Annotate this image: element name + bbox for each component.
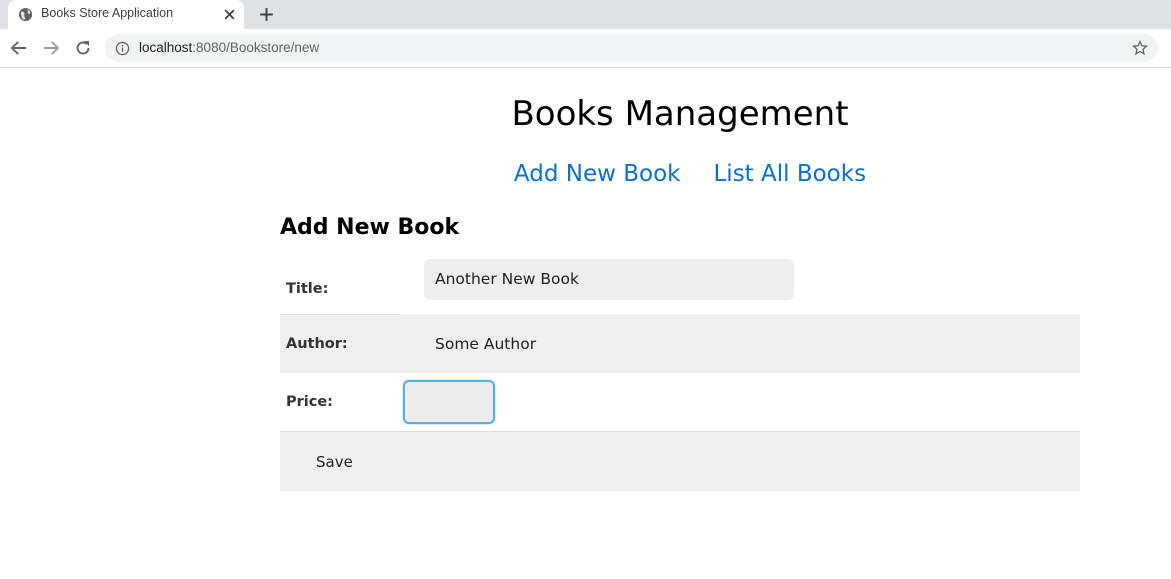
author-input[interactable] bbox=[424, 323, 794, 364]
reload-icon[interactable] bbox=[74, 39, 92, 57]
list-all-books-link[interactable]: List All Books bbox=[713, 158, 866, 190]
price-cell bbox=[399, 373, 1080, 431]
title-row: Title: bbox=[280, 256, 1080, 314]
plus-icon[interactable] bbox=[258, 6, 275, 23]
title-cell bbox=[399, 256, 1080, 314]
form-caption: Add New Book bbox=[280, 215, 460, 240]
author-row: Author: bbox=[280, 314, 1080, 373]
star-icon[interactable] bbox=[1132, 40, 1148, 56]
title-label: Title: bbox=[286, 281, 329, 297]
url-text[interactable]: localhost:8080/Bookstore/new bbox=[139, 40, 319, 55]
add-new-book-link[interactable]: Add New Book bbox=[514, 158, 681, 190]
tab-strip: Books Store Application bbox=[0, 0, 1171, 29]
url-host: localhost bbox=[139, 40, 193, 55]
tab-title: Books Store Application bbox=[41, 6, 174, 20]
price-label: Price: bbox=[286, 394, 333, 410]
save-row: Save bbox=[280, 432, 1080, 491]
back-arrow-icon[interactable] bbox=[10, 39, 28, 57]
address-bar[interactable]: localhost:8080/Bookstore/new bbox=[105, 34, 1158, 62]
author-label: Author: bbox=[280, 314, 399, 373]
book-form: Title: Author: Price: Save bbox=[280, 256, 1080, 491]
close-icon[interactable] bbox=[223, 8, 236, 21]
browser-toolbar: localhost:8080/Bookstore/new bbox=[0, 29, 1171, 68]
page-title: Books Management bbox=[511, 94, 849, 134]
info-icon[interactable] bbox=[115, 41, 130, 56]
url-path: :8080/Bookstore/new bbox=[192, 40, 320, 55]
price-input[interactable] bbox=[403, 380, 495, 424]
author-cell bbox=[399, 314, 1080, 373]
globe-icon bbox=[18, 7, 33, 22]
title-input[interactable] bbox=[424, 258, 794, 300]
price-row: Price: bbox=[280, 373, 1080, 432]
save-button[interactable]: Save bbox=[316, 432, 353, 491]
main-nav: Add New Book List All Books bbox=[280, 158, 1080, 190]
browser-tab[interactable]: Books Store Application bbox=[8, 0, 244, 29]
forward-arrow-icon[interactable] bbox=[42, 39, 60, 57]
